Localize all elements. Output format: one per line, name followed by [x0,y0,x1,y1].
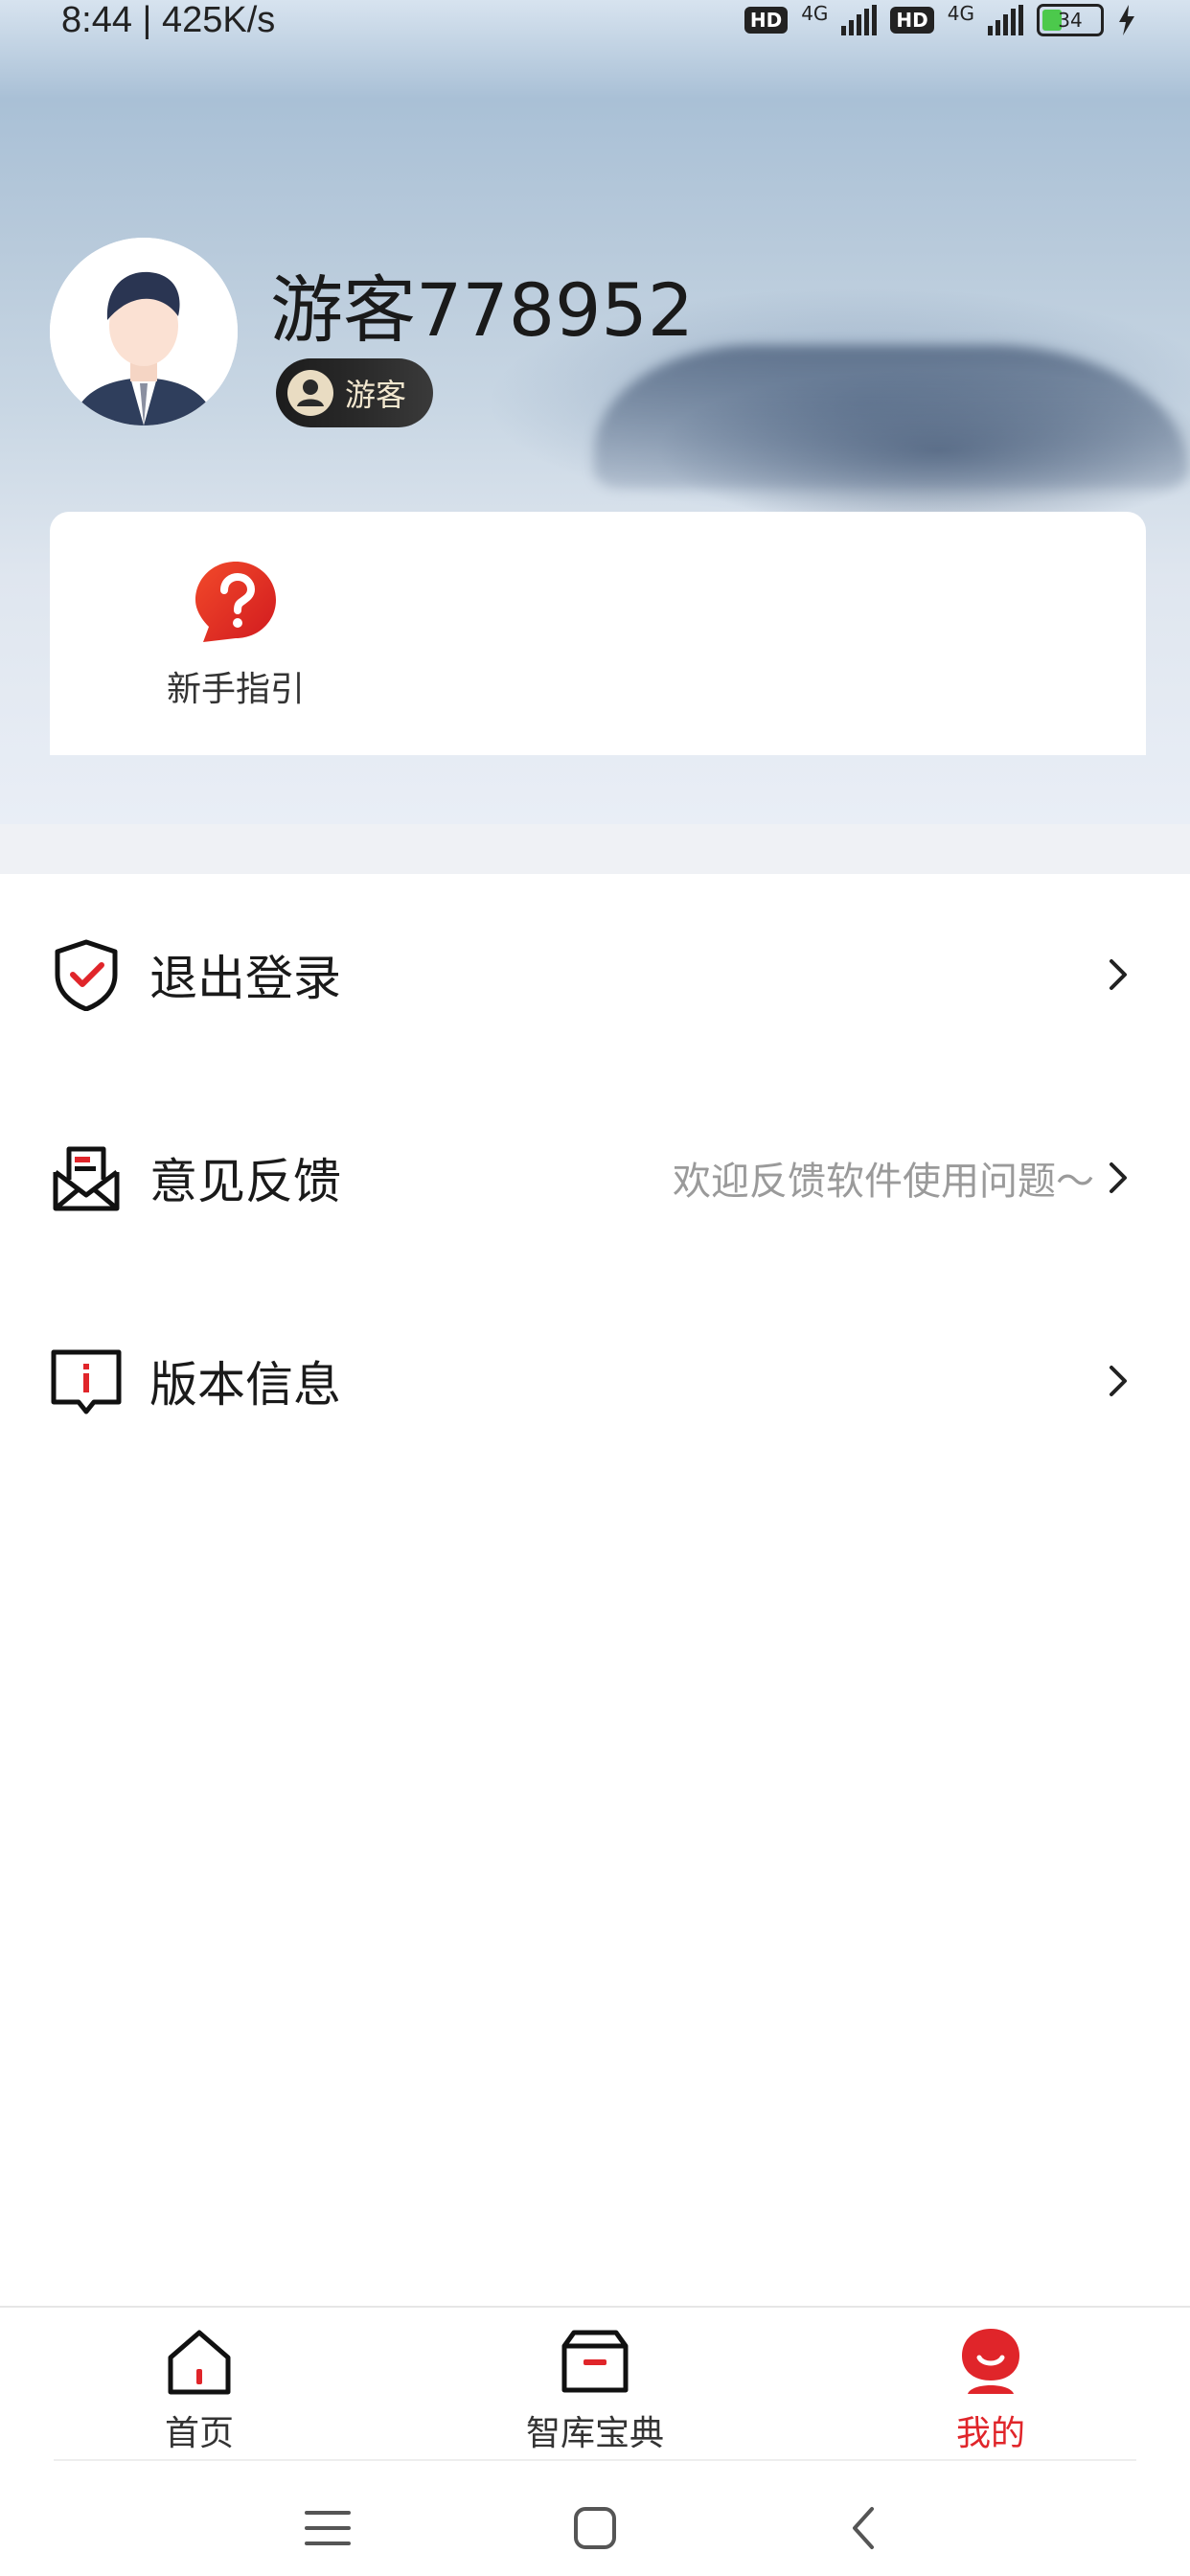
menu-item-version[interactable]: 版本信息 [0,1309,1190,1453]
menu-item-feedback[interactable]: 意见反馈 欢迎反馈软件使用问题～ [0,1106,1190,1250]
signal-icon [988,5,1023,35]
network-type: 4G [947,2,974,25]
back-icon[interactable] [835,2499,893,2557]
system-navigation-bar [0,2461,1190,2576]
hd-icon: HD [890,7,934,34]
tab-library[interactable]: 智库宝典 [480,2325,710,2455]
chevron-right-icon [1110,1162,1127,1193]
menu-label-feedback: 意见反馈 [149,1154,341,1209]
network-type: 4G [801,2,829,25]
user-circle-icon [287,370,333,416]
shield-check-icon [55,939,118,1011]
user-profile-icon [962,2329,1019,2394]
chevron-right-icon [1110,959,1127,990]
quick-actions-card: 新手指引 [50,512,1146,755]
newbie-guide-button[interactable]: 新手指引 [149,560,322,711]
guest-badge: 游客 [276,358,433,427]
newbie-guide-label: 新手指引 [166,670,305,709]
question-bubble-icon [195,562,276,642]
tab-label-library: 智库宝典 [525,2414,664,2453]
header-background-image [594,345,1188,489]
tab-home[interactable]: 首页 [84,2325,314,2455]
tab-label-home: 首页 [164,2414,234,2453]
tab-label-mine: 我的 [955,2414,1025,2453]
info-message-icon [51,1349,122,1414]
menu-label-logout: 退出登录 [149,951,341,1006]
battery-icon: 34 [1037,4,1104,36]
bottom-tab-bar: 首页 智库宝典 我的 [0,2306,1190,2463]
username: 游客778952 [270,267,695,353]
guest-badge-label: 游客 [345,377,407,413]
avatar[interactable] [50,238,238,426]
status-time: 8:44 | 425K/s [61,0,276,40]
menu-icon[interactable] [299,2499,356,2557]
tab-mine[interactable]: 我的 [876,2325,1106,2455]
home-icon [168,2330,231,2395]
mail-envelope-icon [53,1146,120,1211]
menu-label-version: 版本信息 [149,1357,341,1413]
hd-icon: HD [744,7,789,34]
chevron-right-icon [1110,1366,1127,1396]
home-button-icon[interactable] [566,2499,624,2557]
section-divider [0,824,1190,874]
status-icons: HD 4G HD 4G 34 [744,2,1136,36]
charging-icon [1119,5,1134,35]
status-bar: 8:44 | 425K/s HD 4G HD 4G 34 [0,0,1190,42]
feedback-hint: 欢迎反馈软件使用问题～ [673,1160,1094,1204]
menu-item-logout[interactable]: 退出登录 [0,903,1190,1046]
signal-icon [841,5,878,35]
archive-box-icon [561,2330,629,2393]
user-avatar-icon [50,238,238,426]
